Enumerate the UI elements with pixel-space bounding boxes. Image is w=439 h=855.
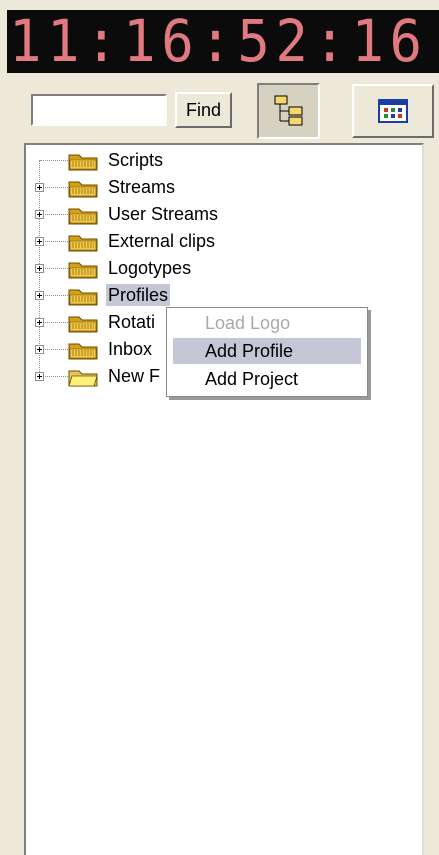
tree-item-logotypes[interactable]: Logotypes (26, 256, 406, 282)
grid-view-icon (378, 99, 408, 123)
expand-icon[interactable] (35, 372, 44, 381)
expand-icon[interactable] (35, 291, 44, 300)
tree-item-label: New F (108, 366, 161, 386)
menu-item-add-profile[interactable]: Add Profile (173, 338, 361, 364)
tree-item-label: Logotypes (108, 258, 192, 278)
expand-icon[interactable] (35, 318, 44, 327)
expand-icon[interactable] (35, 237, 44, 246)
folder-icon (68, 343, 98, 360)
tree-connector (40, 160, 68, 161)
clock-display: 11:16:52:16 (7, 10, 439, 73)
tree-connector (40, 187, 68, 188)
tree-connector (40, 268, 68, 269)
tree-item-label: User Streams (108, 204, 219, 224)
expand-icon[interactable] (35, 345, 44, 354)
menu-item-load-logo: Load Logo (205, 313, 291, 333)
find-button-label: Find (185, 99, 221, 120)
tree-view-icon (274, 95, 302, 126)
tree-connector (40, 322, 68, 323)
clock-time: 11:16:52:16 (9, 10, 428, 73)
find-button[interactable]: Find (175, 92, 232, 128)
tree-item-label: Streams (108, 177, 176, 197)
folder-icon (68, 235, 98, 252)
folder-tree[interactable]: Scripts Streams User Streams External cl… (24, 143, 424, 855)
folder-icon (68, 289, 98, 306)
grid-view-button[interactable] (352, 84, 434, 138)
media-browser-panel: 11:16:52:16 Find Scripts Streams User St… (0, 0, 439, 855)
tree-item-user-streams[interactable]: User Streams (26, 202, 406, 228)
search-input[interactable] (31, 94, 167, 126)
folder-icon (68, 208, 98, 225)
tree-connector (40, 376, 68, 377)
open-folder-icon (68, 370, 98, 387)
toolbar: Find (24, 80, 439, 144)
expand-icon[interactable] (35, 210, 44, 219)
tree-item-profiles[interactable]: Profiles (26, 283, 406, 309)
tree-item-label: Inbox (108, 339, 153, 359)
tree-item-external-clips[interactable]: External clips (26, 229, 406, 255)
tree-connector (40, 295, 68, 296)
tree-item-scripts[interactable]: Scripts (26, 148, 406, 174)
tree-item-label-selected: Profiles (106, 284, 171, 306)
tree-view-button[interactable] (257, 83, 320, 139)
tree-connector (40, 214, 68, 215)
tree-item-label: External clips (108, 231, 216, 251)
menu-item-add-project[interactable]: Add Project (173, 366, 361, 392)
tree-item-label: Rotati (108, 312, 156, 332)
tree-connector (40, 241, 68, 242)
expand-icon[interactable] (35, 264, 44, 273)
tree-item-label: Scripts (108, 150, 164, 170)
folder-icon (68, 316, 98, 333)
expand-icon[interactable] (35, 183, 44, 192)
folder-icon (68, 262, 98, 279)
tree-item-streams[interactable]: Streams (26, 175, 406, 201)
folder-icon (68, 181, 98, 198)
folder-icon (68, 154, 98, 171)
context-menu: Load Logo Add Profile Add Project (166, 307, 368, 397)
tree-connector (40, 349, 68, 350)
